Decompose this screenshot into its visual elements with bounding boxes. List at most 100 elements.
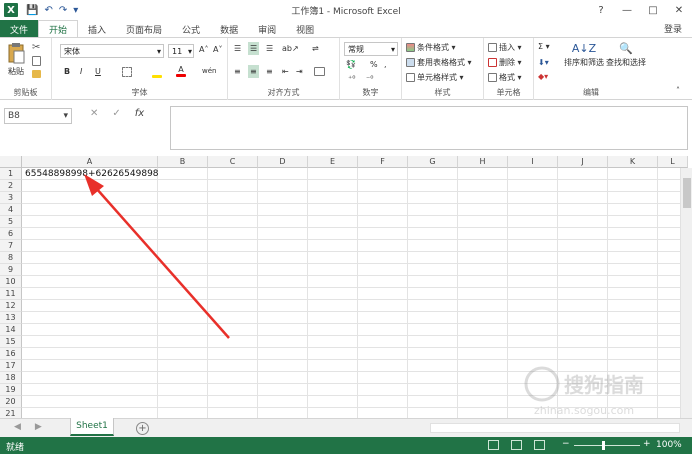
percent-button[interactable]: % bbox=[370, 60, 378, 69]
title-bar: X 💾 ↶ ↷ ▾ 工作簿1 - Microsoft Excel ? — □ ✕ bbox=[0, 0, 692, 20]
sheet-tab-sheet1[interactable]: Sheet1 bbox=[70, 418, 114, 436]
sheet-nav: ◀ ▶ bbox=[14, 422, 42, 432]
font-size-select[interactable]: 11 ▾ bbox=[168, 44, 194, 58]
insert-function-icon[interactable]: fx bbox=[135, 108, 144, 119]
font-name-select[interactable]: 宋体 ▾ bbox=[60, 44, 164, 58]
format-as-table-button[interactable]: 套用表格格式 ▾ bbox=[406, 57, 472, 68]
cancel-icon[interactable]: ✕ bbox=[90, 108, 98, 119]
font-group-label: 字体 bbox=[131, 88, 148, 97]
wrap-text-button[interactable]: ⇌ bbox=[312, 44, 319, 53]
sort-filter-button[interactable]: A↓Z 排序和筛选 bbox=[564, 42, 604, 68]
autosum-button[interactable]: Σ ▾ bbox=[538, 42, 550, 51]
format-cells-button[interactable]: 格式 ▾ bbox=[488, 72, 522, 83]
help-button[interactable]: ? bbox=[588, 0, 614, 20]
font-color-icon bbox=[176, 74, 186, 77]
cell-styles-icon bbox=[406, 73, 415, 82]
font-size-dropdown-icon: ▾ bbox=[187, 46, 192, 56]
merge-center-button[interactable] bbox=[314, 67, 325, 76]
top-align-button[interactable]: ☰ bbox=[234, 44, 241, 53]
borders-button[interactable] bbox=[122, 67, 132, 77]
middle-align-button[interactable]: ☰ bbox=[248, 42, 260, 55]
enter-icon[interactable]: ✓ bbox=[112, 108, 120, 119]
cell-styles-button[interactable]: 单元格样式 ▾ bbox=[406, 72, 464, 83]
fill-button[interactable]: ⬇▾ bbox=[538, 58, 549, 67]
excel-logo-icon[interactable]: X bbox=[4, 3, 18, 17]
alignment-group-label: 对齐方式 bbox=[267, 88, 300, 97]
name-box[interactable]: B8 ▾ bbox=[4, 108, 72, 124]
tab-view[interactable]: 视图 bbox=[286, 20, 324, 38]
align-center-button[interactable]: ≡ bbox=[248, 65, 259, 78]
qat-customize-icon[interactable]: ▾ bbox=[73, 5, 78, 16]
shrink-font-button[interactable]: A˅ bbox=[213, 45, 222, 54]
format-painter-button[interactable] bbox=[32, 70, 41, 78]
delete-cells-label: 删除 ▾ bbox=[499, 58, 522, 67]
find-select-button[interactable]: 🔍 查找和选择 bbox=[606, 42, 646, 68]
formula-input[interactable] bbox=[170, 106, 688, 150]
tab-file[interactable]: 文件 bbox=[0, 20, 38, 38]
zoom-out-button[interactable]: − bbox=[562, 439, 570, 449]
save-icon[interactable]: 💾 bbox=[26, 5, 38, 16]
font-color-button[interactable]: A bbox=[176, 65, 186, 77]
phonetic-button[interactable]: wén bbox=[202, 67, 216, 75]
normal-view-icon[interactable] bbox=[488, 440, 499, 450]
bottom-align-button[interactable]: ☰ bbox=[266, 44, 273, 53]
zoom-in-button[interactable]: + bbox=[643, 439, 651, 449]
name-box-dropdown-icon: ▾ bbox=[63, 111, 68, 121]
next-sheet-icon[interactable]: ▶ bbox=[35, 422, 42, 432]
insert-cells-button[interactable]: 插入 ▾ bbox=[488, 42, 522, 53]
undo-icon[interactable]: ↶ bbox=[44, 5, 52, 16]
orientation-button[interactable]: ab↗ bbox=[282, 44, 299, 53]
page-break-view-icon[interactable] bbox=[534, 440, 545, 450]
close-button[interactable]: ✕ bbox=[666, 0, 692, 20]
binoculars-icon: 🔍 bbox=[619, 42, 633, 55]
tab-page-layout[interactable]: 页面布局 bbox=[116, 20, 172, 38]
page-layout-view-icon[interactable] bbox=[511, 440, 522, 450]
restore-button[interactable]: □ bbox=[640, 0, 666, 20]
horizontal-scrollbar[interactable] bbox=[430, 423, 680, 433]
delete-cells-button[interactable]: 删除 ▾ bbox=[488, 57, 522, 68]
font-color-letter: A bbox=[178, 65, 184, 74]
increase-indent-button[interactable]: ⇥ bbox=[296, 67, 303, 76]
tab-home[interactable]: 开始 bbox=[38, 20, 79, 38]
clear-button[interactable]: ◆▾ bbox=[538, 72, 548, 81]
paste-button[interactable]: 粘贴 bbox=[6, 42, 26, 77]
add-sheet-button[interactable]: + bbox=[136, 422, 149, 435]
decrease-indent-button[interactable]: ⇤ bbox=[282, 67, 289, 76]
decrease-decimal-button[interactable]: ⁻⁰ bbox=[366, 74, 373, 83]
bold-button[interactable]: B bbox=[64, 67, 70, 76]
zoom-slider-thumb[interactable] bbox=[602, 441, 605, 450]
align-right-button[interactable]: ≡ bbox=[266, 67, 273, 76]
editing-group: Σ ▾ ⬇▾ ◆▾ A↓Z 排序和筛选 🔍 查找和选择 编辑 bbox=[534, 38, 648, 100]
number-group: 常规 ▾ 💱 % , ⁺⁰ ⁻⁰ 数字 bbox=[340, 38, 402, 100]
minimize-button[interactable]: — bbox=[614, 0, 640, 20]
vertical-scroll-thumb[interactable] bbox=[683, 178, 691, 208]
prev-sheet-icon[interactable]: ◀ bbox=[14, 422, 21, 432]
cut-button[interactable]: ✂ bbox=[32, 42, 40, 53]
redo-icon[interactable]: ↷ bbox=[59, 5, 67, 16]
copy-button[interactable] bbox=[32, 56, 41, 66]
currency-button[interactable]: 💱 bbox=[346, 60, 356, 69]
find-select-label: 查找和选择 bbox=[606, 58, 646, 67]
tab-data[interactable]: 数据 bbox=[210, 20, 248, 38]
grow-font-button[interactable]: A˄ bbox=[199, 45, 208, 54]
editing-group-label: 编辑 bbox=[583, 88, 599, 97]
collapse-ribbon-button[interactable]: ˄ bbox=[676, 86, 680, 95]
fill-color-button[interactable] bbox=[152, 67, 162, 78]
login-link[interactable]: 登录 bbox=[664, 22, 682, 35]
underline-button[interactable]: U bbox=[95, 67, 101, 76]
tab-formulas[interactable]: 公式 bbox=[172, 20, 210, 38]
comma-button[interactable]: , bbox=[384, 60, 387, 69]
font-name-value: 宋体 bbox=[64, 46, 80, 56]
conditional-format-label: 条件格式 ▾ bbox=[417, 43, 456, 52]
increase-decimal-button[interactable]: ⁺⁰ bbox=[348, 74, 355, 83]
number-format-select[interactable]: 常规 ▾ bbox=[344, 42, 398, 56]
tab-insert[interactable]: 插入 bbox=[78, 20, 116, 38]
clipboard-group: 粘贴 ✂ 剪贴板 bbox=[0, 38, 52, 100]
tab-review[interactable]: 审阅 bbox=[248, 20, 286, 38]
align-left-button[interactable]: ≡ bbox=[234, 67, 241, 76]
conditional-format-button[interactable]: 条件格式 ▾ bbox=[406, 42, 456, 53]
bottom-align-icon: ☰ bbox=[266, 44, 274, 53]
zoom-level[interactable]: 100% bbox=[656, 440, 682, 450]
italic-button[interactable]: I bbox=[80, 67, 82, 76]
zoom-slider[interactable] bbox=[574, 445, 640, 446]
